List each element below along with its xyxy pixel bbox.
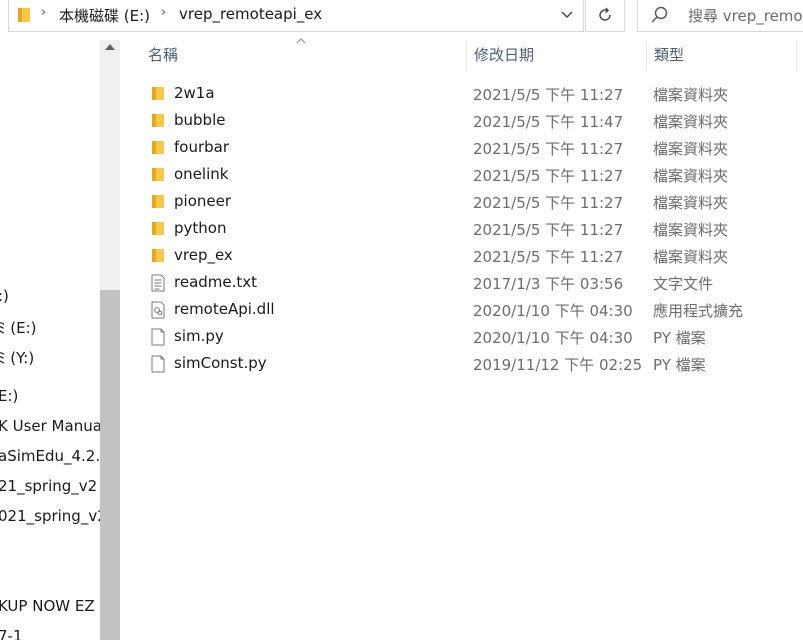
breadcrumb-folder[interactable]: vrep_remoteapi_ex — [179, 5, 322, 23]
nav-item[interactable]: ﾐ (E:) — [0, 317, 37, 338]
file-type: PY 檔案 — [653, 329, 706, 347]
file-type: 檔案資料夾 — [653, 194, 729, 212]
search-icon — [651, 6, 668, 23]
file-date: 2017/1/3 下午 03:56 — [473, 275, 624, 293]
folder-icon — [150, 112, 166, 132]
folder-icon — [150, 85, 166, 105]
file-type: 檔案資料夾 — [653, 167, 729, 185]
file-name: python — [174, 219, 227, 237]
folder-icon — [150, 166, 166, 186]
address-history-button[interactable] — [551, 0, 583, 31]
file-row[interactable]: simConst.py 2019/11/12 下午 02:25 PY 檔案 — [140, 350, 790, 377]
file-name: sim.py — [174, 327, 224, 345]
file-row[interactable]: readme.txt 2017/1/3 下午 03:56 文字文件 — [140, 269, 790, 296]
file-type: 檔案資料夾 — [653, 221, 729, 239]
nav-scrollbar-thumb[interactable] — [100, 290, 120, 640]
file-type: 應用程式擴充 — [653, 302, 744, 320]
nav-item[interactable]: 21_spring_v2 — [0, 477, 97, 495]
file-row[interactable]: 2w1a 2021/5/5 下午 11:27 檔案資料夾 — [140, 80, 790, 107]
file-date: 2021/5/5 下午 11:27 — [473, 248, 624, 266]
nav-item[interactable]: 7-1 — [0, 627, 23, 640]
folder-icon — [150, 139, 166, 159]
chevron-down-icon — [561, 11, 573, 18]
file-date: 2021/5/5 下午 11:27 — [473, 221, 624, 239]
navigation-pane: :) ﾐ (E:) ﾐ (Y:) E:) K User Manual aSimE… — [0, 40, 100, 640]
search-input[interactable]: 搜尋 vrep_remot — [688, 5, 803, 26]
file-row[interactable]: fourbar 2021/5/5 下午 11:27 檔案資料夾 — [140, 134, 790, 161]
file-row[interactable]: vrep_ex 2021/5/5 下午 11:27 檔案資料夾 — [140, 242, 790, 269]
file-name: pioneer — [174, 192, 231, 210]
breadcrumb-drive[interactable]: 本機磁碟 (E:) — [59, 5, 150, 26]
nav-item[interactable]: 021_spring_v2 — [0, 507, 100, 525]
scroll-up-arrow-icon[interactable] — [105, 44, 115, 50]
nav-item[interactable]: K User Manual — [0, 417, 100, 435]
file-date: 2021/5/5 下午 11:27 — [473, 167, 624, 185]
file-row[interactable]: onelink 2021/5/5 下午 11:27 檔案資料夾 — [140, 161, 790, 188]
nav-item[interactable]: aSimEdu_4.2.0 — [0, 447, 100, 465]
nav-item[interactable]: KUP NOW EZ — [0, 597, 95, 615]
file-name: vrep_ex — [174, 246, 233, 264]
file-row[interactable]: remoteApi.dll 2020/1/10 下午 04:30 應用程式擴充 — [140, 296, 790, 323]
file-type: 檔案資料夾 — [653, 140, 729, 158]
column-header-type[interactable]: 類型 — [654, 44, 684, 70]
chevron-right-icon: › — [41, 5, 47, 20]
file-date: 2021/5/5 下午 11:27 — [473, 194, 624, 212]
nav-item[interactable]: :) — [0, 287, 9, 305]
file-date: 2019/11/12 下午 02:25 — [473, 356, 643, 374]
nav-item[interactable]: ﾐ (Y:) — [0, 347, 34, 368]
column-divider[interactable] — [646, 40, 647, 72]
file-row[interactable]: python 2021/5/5 下午 11:27 檔案資料夾 — [140, 215, 790, 242]
nav-item[interactable]: E:) — [0, 387, 18, 405]
dll-file-icon — [150, 301, 166, 323]
chevron-right-icon: › — [161, 5, 167, 20]
file-name: onelink — [174, 165, 229, 183]
folder-icon — [150, 247, 166, 267]
file-date: 2021/5/5 下午 11:47 — [473, 113, 624, 131]
nav-scrollbar[interactable] — [100, 40, 120, 640]
folder-icon — [150, 193, 166, 213]
file-name: simConst.py — [174, 354, 267, 372]
file-name: bubble — [174, 111, 226, 129]
file-date: 2021/5/5 下午 11:27 — [473, 140, 624, 158]
blank-file-icon — [150, 355, 166, 377]
file-name: fourbar — [174, 138, 230, 156]
file-date: 2020/1/10 下午 04:30 — [473, 302, 633, 320]
column-header-date[interactable]: 修改日期 — [474, 44, 534, 70]
search-box[interactable]: 搜尋 vrep_remot — [637, 0, 803, 32]
folder-icon — [18, 8, 30, 22]
file-name: remoteApi.dll — [174, 300, 275, 318]
text-file-icon — [150, 274, 166, 296]
address-bar[interactable]: › 本機磁碟 (E:) › vrep_remoteapi_ex — [8, 0, 584, 32]
folder-icon — [150, 220, 166, 240]
file-name: 2w1a — [174, 84, 215, 102]
file-type: PY 檔案 — [653, 356, 706, 374]
file-type: 檔案資料夾 — [653, 113, 729, 131]
file-type: 檔案資料夾 — [653, 86, 729, 104]
file-row[interactable]: bubble 2021/5/5 下午 11:47 檔案資料夾 — [140, 107, 790, 134]
file-date: 2020/1/10 下午 04:30 — [473, 329, 633, 347]
column-divider[interactable] — [796, 40, 797, 72]
file-row[interactable]: pioneer 2021/5/5 下午 11:27 檔案資料夾 — [140, 188, 790, 215]
column-divider[interactable] — [466, 40, 467, 72]
blank-file-icon — [150, 328, 166, 350]
file-name: readme.txt — [174, 273, 258, 291]
file-row[interactable]: sim.py 2020/1/10 下午 04:30 PY 檔案 — [140, 323, 790, 350]
sort-ascending-icon — [296, 38, 306, 44]
refresh-button[interactable] — [585, 0, 625, 32]
refresh-icon — [599, 7, 611, 21]
file-type: 文字文件 — [653, 275, 714, 293]
column-header-name[interactable]: 名稱 — [148, 44, 178, 70]
file-date: 2021/5/5 下午 11:27 — [473, 86, 624, 104]
file-type: 檔案資料夾 — [653, 248, 729, 266]
